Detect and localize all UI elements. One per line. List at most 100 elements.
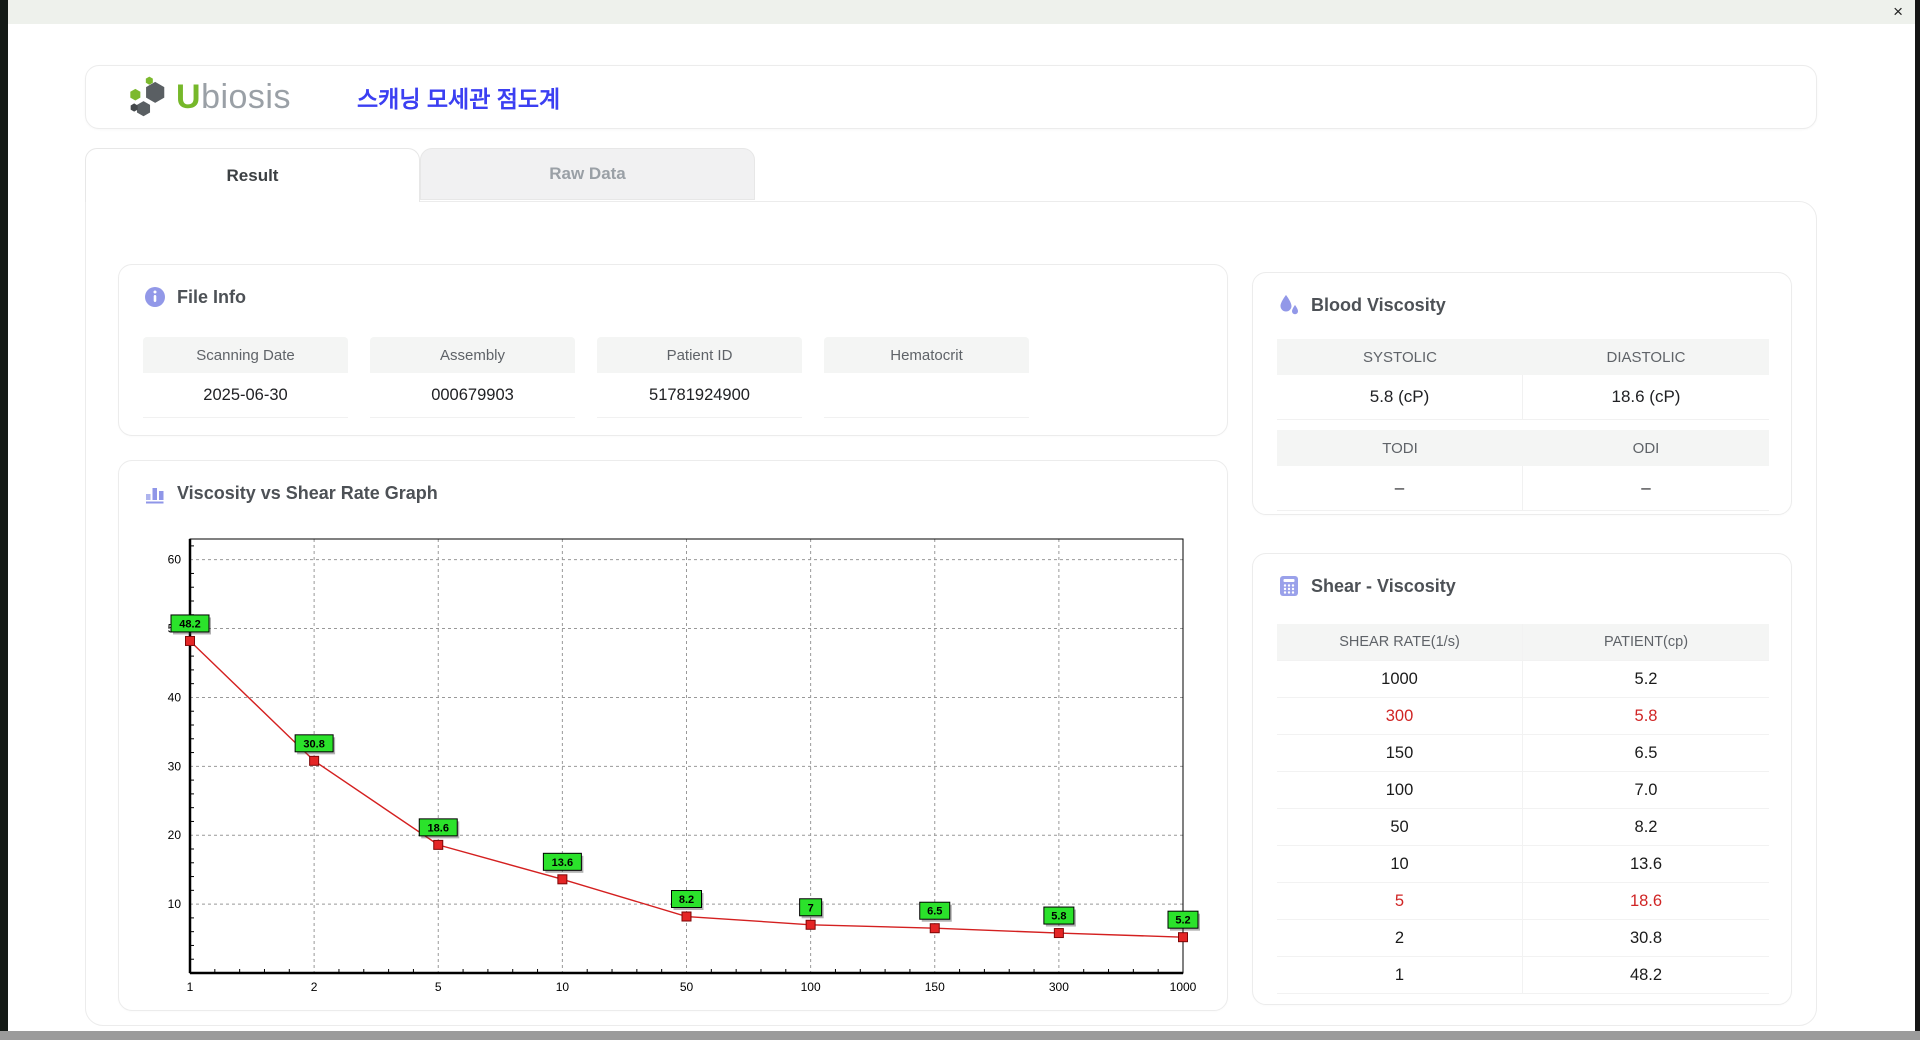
shear-rate-cell: 1000 <box>1277 661 1523 698</box>
svg-text:10: 10 <box>556 980 570 994</box>
shear-rate-column-header: SHEAR RATE(1/s) <box>1277 624 1523 661</box>
table-row: 1000 5.2 <box>1277 661 1769 698</box>
shear-rate-cell: 50 <box>1277 809 1523 846</box>
svg-text:20: 20 <box>168 828 182 842</box>
table-row: 10 13.6 <box>1277 846 1769 883</box>
table-row: 300 5.8 <box>1277 698 1769 735</box>
window-bottom-border <box>0 1031 1920 1040</box>
shear-viscosity-card: Shear - Viscosity SHEAR RATE(1/s) PATIEN… <box>1252 553 1792 1005</box>
blood-drop-icon <box>1277 293 1301 317</box>
tab-result[interactable]: Result <box>85 148 420 202</box>
blood-viscosity-title: Blood Viscosity <box>1311 295 1446 316</box>
svg-text:18.6: 18.6 <box>428 822 449 834</box>
file-info-title: File Info <box>177 287 246 308</box>
patient-cell: 13.6 <box>1523 846 1769 883</box>
brand-letter-u: U <box>176 78 201 116</box>
svg-text:100: 100 <box>801 980 821 994</box>
field-label: Patient ID <box>597 337 802 373</box>
shear-rate-cell: 300 <box>1277 698 1523 735</box>
svg-text:50: 50 <box>680 980 694 994</box>
field-label: Hematocrit <box>824 337 1029 373</box>
viscosity-graph-card: Viscosity vs Shear Rate Graph 10 20 30 40 50… <box>118 460 1228 1011</box>
table-row: 5 18.6 <box>1277 883 1769 920</box>
shear-viscosity-table: SHEAR RATE(1/s) PATIENT(cp) 1000 5.2 300… <box>1277 624 1769 994</box>
window-titlebar: × <box>8 0 1915 24</box>
table-row: 2 30.8 <box>1277 920 1769 957</box>
shear-rate-cell: 2 <box>1277 920 1523 957</box>
patient-cell: 18.6 <box>1523 883 1769 920</box>
diastolic-label: DIASTOLIC <box>1523 339 1769 375</box>
svg-text:1: 1 <box>187 980 194 994</box>
window-left-border <box>0 0 8 1031</box>
field-value: 51781924900 <box>597 373 802 418</box>
brand-name: Ubiosis <box>176 78 291 117</box>
patient-cell: 7.0 <box>1523 772 1769 809</box>
patient-cell: 48.2 <box>1523 957 1769 994</box>
svg-text:30.8: 30.8 <box>303 738 324 750</box>
file-info-fields: Scanning Date 2025-06-30 Assembly 000679… <box>143 337 1029 418</box>
table-row: 100 7.0 <box>1277 772 1769 809</box>
shear-viscosity-title: Shear - Viscosity <box>1311 576 1456 597</box>
blood-viscosity-card: Blood Viscosity SYSTOLIC DIASTOLIC 5.8 (… <box>1252 272 1792 515</box>
svg-text:5: 5 <box>435 980 442 994</box>
diastolic-value: 18.6 (cP) <box>1523 375 1769 420</box>
patient-cell: 30.8 <box>1523 920 1769 957</box>
field-value: 000679903 <box>370 373 575 418</box>
svg-text:5.8: 5.8 <box>1051 911 1066 923</box>
field-patient-id: Patient ID 51781924900 <box>597 337 802 418</box>
field-assembly: Assembly 000679903 <box>370 337 575 418</box>
brand-rest: biosis <box>201 78 291 116</box>
table-row: 1 48.2 <box>1277 957 1769 994</box>
svg-text:6.5: 6.5 <box>927 906 942 918</box>
field-label: Scanning Date <box>143 337 348 373</box>
shear-rate-cell: 150 <box>1277 735 1523 772</box>
systolic-label: SYSTOLIC <box>1277 339 1523 375</box>
field-value <box>824 373 1029 418</box>
field-value: 2025-06-30 <box>143 373 348 418</box>
ubiosis-hexagon-logo-icon <box>124 76 170 118</box>
table-row: 50 8.2 <box>1277 809 1769 846</box>
svg-text:2: 2 <box>311 980 318 994</box>
app-window: × Ubiosis 스캐닝 모세관 점도계 Result Raw Data <box>0 0 1920 1040</box>
systolic-value: 5.8 (cP) <box>1277 375 1523 420</box>
page-title: 스캐닝 모세관 점도계 <box>357 80 560 114</box>
graph-title: Viscosity vs Shear Rate Graph <box>177 483 438 504</box>
calculator-icon <box>1277 574 1301 598</box>
odi-value: – <box>1523 466 1769 511</box>
svg-text:1000: 1000 <box>1170 980 1197 994</box>
shear-rate-cell: 100 <box>1277 772 1523 809</box>
field-scanning-date: Scanning Date 2025-06-30 <box>143 337 348 418</box>
odi-label: ODI <box>1523 430 1769 466</box>
bar-chart-icon <box>143 481 167 505</box>
todi-value: – <box>1277 466 1523 511</box>
close-icon[interactable]: × <box>1893 2 1903 22</box>
svg-text:300: 300 <box>1049 980 1069 994</box>
svg-text:48.2: 48.2 <box>179 618 200 630</box>
svg-text:7: 7 <box>808 902 814 914</box>
table-header-row: SHEAR RATE(1/s) PATIENT(cp) <box>1277 624 1769 661</box>
shear-rate-cell: 10 <box>1277 846 1523 883</box>
svg-text:10: 10 <box>168 897 182 911</box>
app-header: Ubiosis 스캐닝 모세관 점도계 <box>85 65 1817 129</box>
patient-cell: 8.2 <box>1523 809 1769 846</box>
patient-column-header: PATIENT(cp) <box>1523 624 1769 661</box>
blood-viscosity-grid: SYSTOLIC DIASTOLIC 5.8 (cP) 18.6 (cP) TO… <box>1277 339 1769 511</box>
svg-text:5.2: 5.2 <box>1175 915 1190 927</box>
field-hematocrit: Hematocrit <box>824 337 1029 418</box>
viscosity-chart: 1020304050601251050100150300100048.230.8… <box>135 525 1203 1003</box>
svg-text:60: 60 <box>168 553 182 567</box>
window-right-border <box>1915 0 1920 1031</box>
patient-cell: 6.5 <box>1523 735 1769 772</box>
tab-raw-data[interactable]: Raw Data <box>420 148 755 200</box>
svg-text:8.2: 8.2 <box>679 894 694 906</box>
svg-text:40: 40 <box>168 690 182 704</box>
table-row: 150 6.5 <box>1277 735 1769 772</box>
field-label: Assembly <box>370 337 575 373</box>
todi-label: TODI <box>1277 430 1523 466</box>
svg-text:30: 30 <box>168 759 182 773</box>
file-info-card: File Info Scanning Date 2025-06-30 Assem… <box>118 264 1228 436</box>
brand-logo: Ubiosis <box>124 76 291 118</box>
shear-rate-cell: 5 <box>1277 883 1523 920</box>
patient-cell: 5.8 <box>1523 698 1769 735</box>
patient-cell: 5.2 <box>1523 661 1769 698</box>
